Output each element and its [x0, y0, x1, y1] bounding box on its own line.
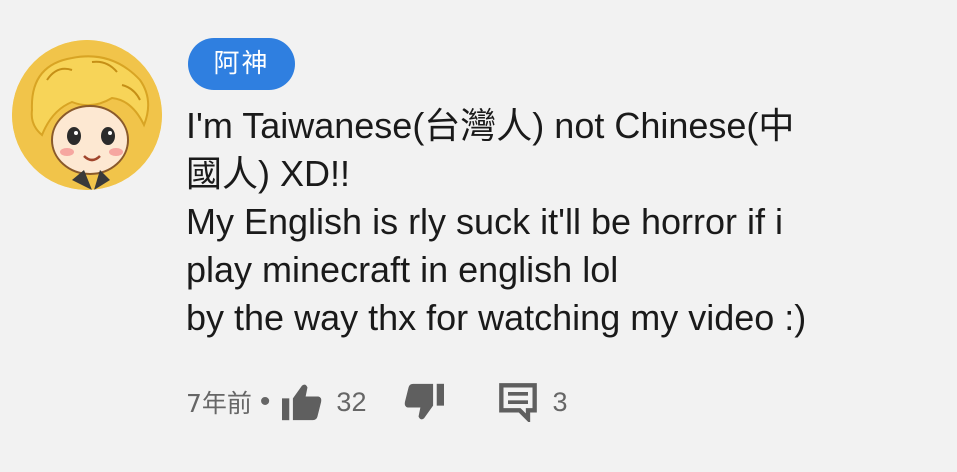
author-name-badge[interactable]: 阿神 — [188, 38, 295, 90]
comment-icon — [499, 383, 538, 422]
thumbs-down-icon — [405, 383, 445, 420]
timestamp[interactable]: 7年前 — [186, 384, 252, 420]
cartoon-avatar-icon — [12, 40, 162, 190]
comment-line-1: I'm Taiwanese(台灣人) not Chinese(中 — [186, 105, 795, 146]
comment-card: 阿神 I'm Taiwanese(台灣人) not Chinese(中 國人) … — [0, 0, 957, 472]
comment-line-3: My English is rly suck it'll be horror i… — [186, 201, 784, 242]
like-count: 32 — [336, 386, 367, 417]
comment-text: I'm Taiwanese(台灣人) not Chinese(中 國人) XD!… — [186, 102, 926, 342]
like-button[interactable] — [278, 380, 326, 424]
comment-action-bar: 7年前 • 32 3 — [186, 380, 568, 424]
comment-line-2: 國人) XD!! — [186, 153, 351, 194]
reply-button[interactable] — [496, 380, 540, 424]
thumbs-up-icon — [282, 384, 322, 421]
comment-line-5: by the way thx for watching my video :) — [186, 297, 807, 338]
comment-line-4: play minecraft in english lol — [186, 249, 619, 290]
reply-count: 3 — [552, 386, 568, 417]
avatar[interactable] — [12, 40, 162, 190]
separator-dot: • — [259, 385, 271, 418]
dislike-button[interactable] — [400, 380, 448, 424]
